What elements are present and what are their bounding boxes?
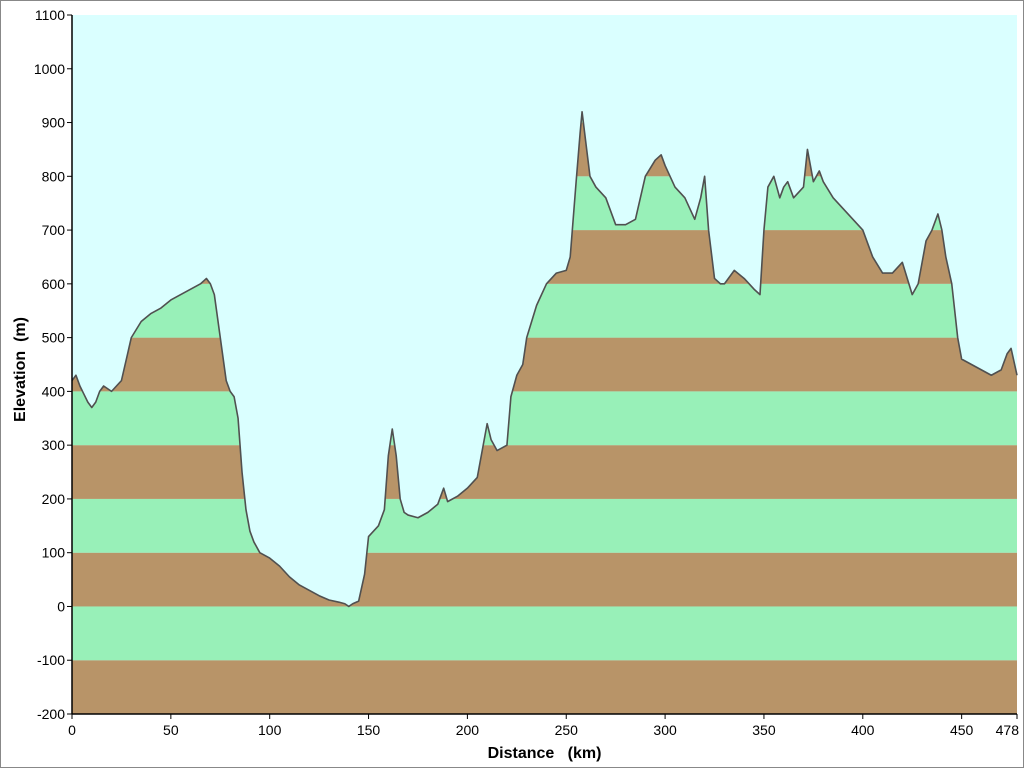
x-axis-title: Distance (km) [488, 745, 602, 762]
x-tick-label: 50 [163, 722, 179, 738]
y-tick-label: 1100 [35, 7, 65, 23]
x-tick-label: 0 [68, 722, 76, 738]
y-tick-label: 200 [42, 491, 66, 507]
y-axis-title: Elevation (m) [12, 317, 29, 422]
x-tick-label: 450 [950, 722, 974, 738]
x-tick-label: 350 [752, 722, 776, 738]
elevation-band [72, 445, 1017, 499]
y-tick-label: -200 [37, 706, 65, 722]
x-tick-label: 250 [555, 722, 579, 738]
y-tick-label: 800 [42, 168, 66, 184]
y-tick-label: 600 [42, 276, 66, 292]
x-tick-label: 478 [996, 722, 1020, 738]
elevation-chart: -200-10001002003004005006007008009001000… [12, 7, 1020, 762]
y-tick-label: 300 [42, 437, 66, 453]
elevation-band [72, 552, 1017, 607]
y-tick-label: 400 [42, 383, 66, 399]
x-tick-label: 300 [653, 722, 677, 738]
elevation-band [72, 498, 1017, 553]
y-tick-label: -100 [37, 652, 65, 668]
y-tick-label: 900 [42, 115, 66, 131]
y-tick-label: 0 [57, 598, 65, 614]
x-tick-label: 400 [851, 722, 875, 738]
elevation-band [72, 660, 1017, 714]
y-tick-label: 1000 [34, 61, 65, 77]
elevation-band [72, 337, 1017, 392]
x-tick-label: 200 [456, 722, 480, 738]
x-tick-label: 150 [357, 722, 381, 738]
x-tick-label: 100 [258, 722, 282, 738]
elevation-band [72, 606, 1017, 661]
y-tick-label: 100 [42, 545, 66, 561]
y-tick-label: 700 [42, 222, 66, 238]
y-tick-label: 500 [42, 330, 66, 346]
elevation-band [72, 391, 1017, 446]
